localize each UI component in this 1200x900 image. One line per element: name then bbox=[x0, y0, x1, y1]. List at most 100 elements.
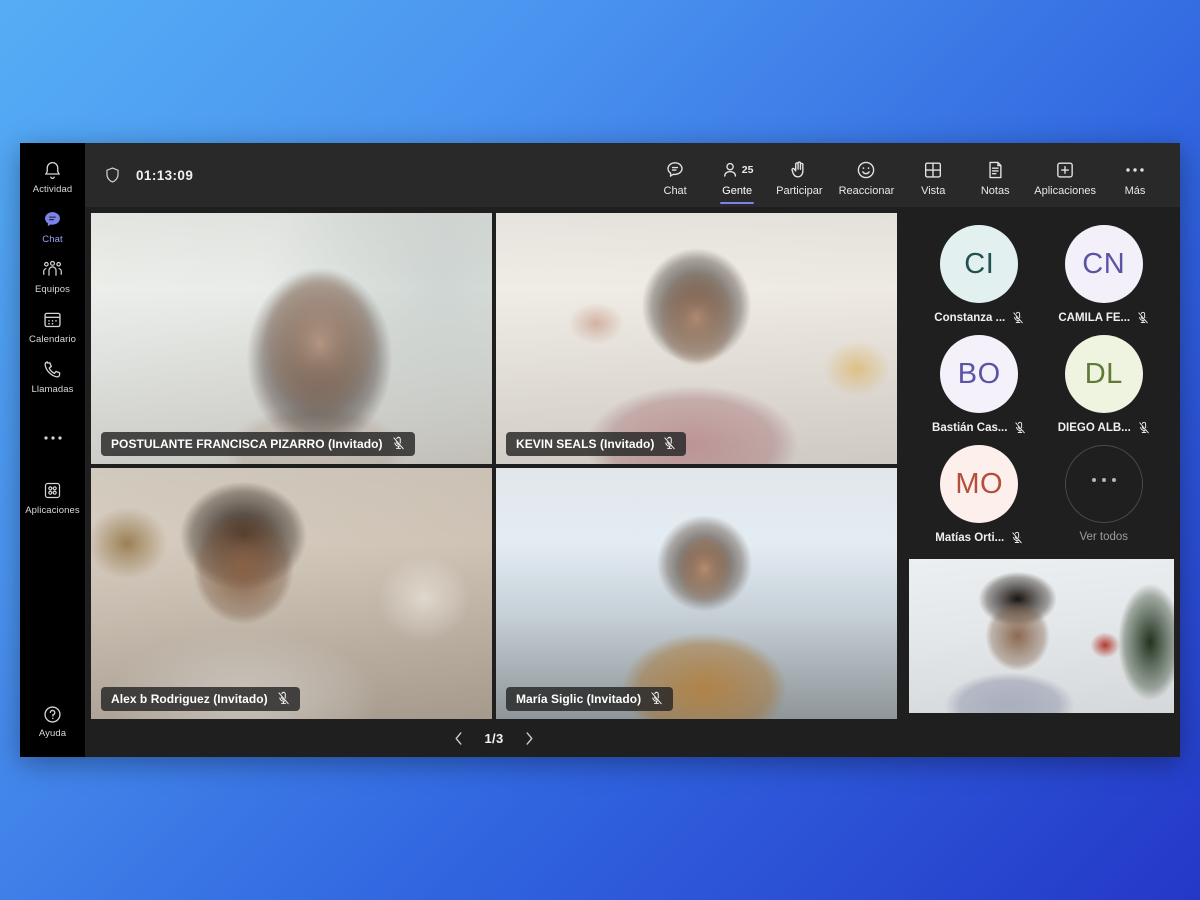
mic-muted-icon bbox=[392, 436, 405, 451]
participant-name-chip: POSTULANTE FRANCISCA PIZARRO (Invitado) bbox=[101, 432, 415, 456]
meeting-status-group: 01:13:09 bbox=[103, 165, 193, 185]
mic-muted-icon bbox=[650, 691, 663, 706]
toolbar-button-participar[interactable]: Participar bbox=[768, 153, 830, 197]
more-dots-icon bbox=[40, 426, 66, 450]
roster-participant[interactable]: BO Bastián Cas... bbox=[917, 331, 1042, 435]
roster-participant[interactable]: CN CAMILA FE... bbox=[1042, 221, 1167, 325]
sidebar-label: Llamadas bbox=[31, 383, 74, 395]
toolbar-label: Más bbox=[1124, 185, 1146, 197]
avatar-initials: BO bbox=[957, 357, 1001, 390]
participant-name: Alex b Rodriguez (Invitado) bbox=[111, 691, 268, 706]
video-grid: POSTULANTE FRANCISCA PIZARRO (Invitado) bbox=[91, 213, 897, 719]
toolbar-label: Chat bbox=[663, 185, 687, 197]
participant-name: POSTULANTE FRANCISCA PIZARRO (Invitado) bbox=[111, 436, 383, 451]
avatar-initials: DL bbox=[1084, 357, 1123, 390]
meeting-main-column: 01:13:09 Chat 25 Gente Participar Reacci… bbox=[85, 143, 1180, 757]
more-horizontal-icon bbox=[1123, 157, 1147, 183]
participants-roster-panel: CI Constanza ... CN CAMILA FE... BO Bast… bbox=[903, 213, 1180, 757]
toolbar-button-gente[interactable]: 25 Gente bbox=[706, 153, 768, 204]
participant-name: KEVIN SEALS (Invitado) bbox=[516, 436, 655, 451]
roster-name: Bastián Cas... bbox=[932, 422, 1008, 434]
chevron-right-icon[interactable] bbox=[519, 728, 540, 749]
video-tile[interactable]: POSTULANTE FRANCISCA PIZARRO (Invitado) bbox=[91, 213, 492, 464]
video-tile[interactable]: María Siglic (Invitado) bbox=[496, 468, 897, 719]
toolbar-button-notas[interactable]: Notas bbox=[964, 153, 1026, 197]
video-tile[interactable]: Alex b Rodriguez (Invitado) bbox=[91, 468, 492, 719]
sidebar-label: Actividad bbox=[32, 184, 73, 195]
chat-icon bbox=[664, 157, 686, 183]
notes-icon bbox=[984, 157, 1006, 183]
avatar: MO bbox=[940, 445, 1019, 523]
self-video-feed bbox=[909, 559, 1174, 713]
toolbar-button-chat[interactable]: Chat bbox=[644, 153, 706, 197]
chevron-left-icon[interactable] bbox=[448, 728, 469, 749]
sidebar-item-more[interactable] bbox=[20, 419, 85, 456]
sidebar-item-aplicaciones[interactable]: Aplicaciones bbox=[20, 472, 85, 522]
mic-muted-icon bbox=[1011, 531, 1023, 545]
gallery-pagination: 1/3 bbox=[91, 719, 897, 757]
sidebar-label: Equipos bbox=[34, 283, 71, 295]
roster-name-row: Constanza ... bbox=[934, 311, 1024, 325]
people-icon: 25 bbox=[721, 157, 754, 183]
roster-participant[interactable]: MO Matías Orti... bbox=[917, 441, 1042, 545]
video-overlay bbox=[496, 213, 897, 464]
self-video-tile[interactable] bbox=[909, 559, 1174, 713]
help-circle-icon bbox=[40, 702, 66, 726]
bell-icon bbox=[40, 158, 66, 182]
left-navigation-rail: Actividad Chat Equipos Calendario Llamad… bbox=[20, 143, 85, 757]
participant-name-chip: Alex b Rodriguez (Invitado) bbox=[101, 687, 300, 711]
toolbar-button-aplicaciones[interactable]: Aplicaciones bbox=[1026, 153, 1104, 197]
toolbar-label: Reaccionar bbox=[838, 185, 895, 197]
roster-name: Constanza ... bbox=[934, 312, 1006, 324]
sidebar-item-chat[interactable]: Chat bbox=[20, 201, 85, 251]
avatar: DL bbox=[1064, 335, 1143, 413]
view-grid-icon bbox=[922, 157, 944, 183]
avatar: CN bbox=[1064, 225, 1143, 303]
sidebar-item-ayuda[interactable]: Ayuda bbox=[20, 695, 85, 745]
video-tile[interactable]: KEVIN SEALS (Invitado) bbox=[496, 213, 897, 464]
participant-count-badge: 25 bbox=[741, 163, 754, 176]
more-dots-icon bbox=[1064, 445, 1143, 523]
roster-participant[interactable]: DL DIEGO ALB... bbox=[1042, 331, 1167, 435]
video-overlay bbox=[91, 213, 492, 464]
sidebar-item-equipos[interactable]: Equipos bbox=[20, 251, 85, 301]
sidebar-label: Ayuda bbox=[38, 728, 67, 740]
video-overlay bbox=[91, 468, 492, 719]
apps-plus-icon bbox=[1054, 157, 1076, 183]
roster-participant[interactable]: CI Constanza ... bbox=[917, 221, 1042, 325]
roster-name-row: Matías Orti... bbox=[935, 531, 1023, 545]
mic-muted-icon bbox=[1014, 421, 1026, 435]
teams-people-icon bbox=[40, 258, 66, 282]
roster-name-row: DIEGO ALB... bbox=[1058, 421, 1150, 435]
roster-name-row: CAMILA FE... bbox=[1058, 311, 1149, 325]
avatar: CI bbox=[940, 225, 1019, 303]
toolbar-label: Vista bbox=[921, 185, 946, 197]
shield-icon bbox=[103, 165, 122, 185]
roster-name: Matías Orti... bbox=[935, 532, 1005, 544]
roster-name: CAMILA FE... bbox=[1058, 312, 1131, 324]
toolbar-button-reaccionar[interactable]: Reaccionar bbox=[831, 153, 903, 197]
participant-name-chip: María Siglic (Invitado) bbox=[506, 687, 674, 711]
smiley-icon bbox=[855, 157, 877, 183]
meeting-toolbar: 01:13:09 Chat 25 Gente Participar Reacci… bbox=[85, 143, 1180, 207]
meeting-action-toolbar: Chat 25 Gente Participar Reaccionar Vist… bbox=[644, 153, 1166, 204]
toolbar-label: Notas bbox=[980, 185, 1010, 197]
toolbar-label: Aplicaciones bbox=[1034, 185, 1096, 197]
sidebar-item-llamadas[interactable]: Llamadas bbox=[20, 351, 85, 401]
sidebar-item-calendario[interactable]: Calendario bbox=[20, 301, 85, 351]
roster-grid: CI Constanza ... CN CAMILA FE... BO Bast… bbox=[903, 217, 1180, 545]
raise-hand-icon bbox=[788, 157, 810, 183]
toolbar-button-mas[interactable]: Más bbox=[1104, 153, 1166, 197]
teams-meeting-window: Actividad Chat Equipos Calendario Llamad… bbox=[20, 143, 1180, 757]
mic-muted-icon bbox=[277, 691, 290, 706]
meeting-stage: POSTULANTE FRANCISCA PIZARRO (Invitado) bbox=[85, 207, 1180, 757]
mic-muted-icon bbox=[663, 436, 676, 451]
see-all-label: Ver todos bbox=[1079, 531, 1129, 543]
video-overlay bbox=[496, 468, 897, 719]
toolbar-button-vista[interactable]: Vista bbox=[902, 153, 964, 197]
avatar: BO bbox=[940, 335, 1019, 413]
roster-see-all[interactable]: Ver todos bbox=[1042, 441, 1167, 545]
toolbar-label: Participar bbox=[776, 185, 823, 197]
page-indicator: 1/3 bbox=[484, 730, 504, 746]
sidebar-item-actividad[interactable]: Actividad bbox=[20, 151, 85, 201]
